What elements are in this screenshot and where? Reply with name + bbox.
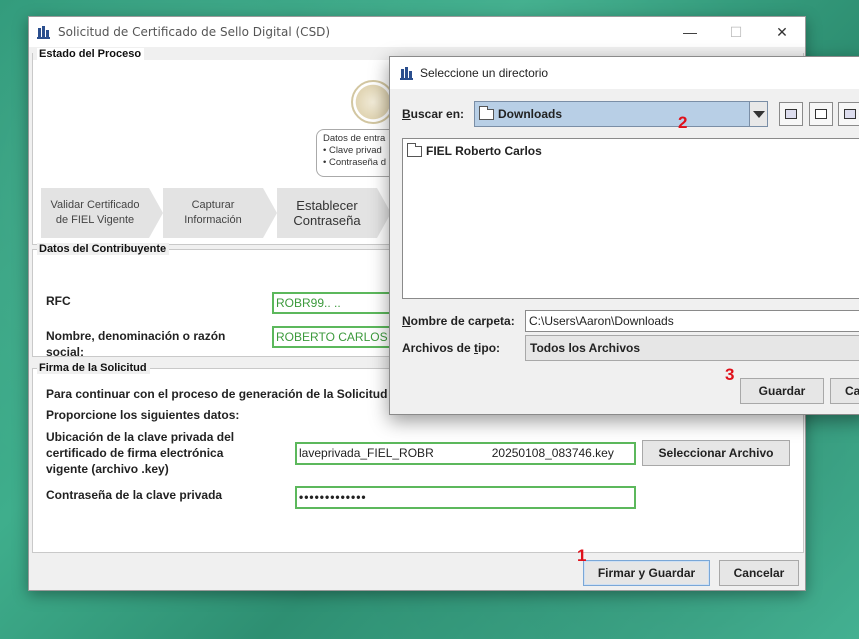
combo-dropdown-arrow[interactable] (749, 102, 767, 126)
up-folder-icon (785, 109, 797, 119)
estado-title: Estado del Proceso (37, 48, 145, 60)
new-folder-button[interactable] (838, 102, 859, 126)
step-establecer: Establecer Contraseña (277, 188, 391, 238)
main-titlebar[interactable]: Solicitud de Certificado de Sello Digita… (29, 17, 805, 47)
maximize-button[interactable]: ☐ (713, 17, 759, 47)
rfc-field[interactable]: ROBR99.. .. (272, 292, 402, 314)
buscar-en-label: Buscar en: (402, 107, 465, 121)
folder-icon (479, 105, 494, 120)
dialog-title: Seleccione un directorio (420, 66, 549, 80)
buscar-en-combo[interactable]: Downloads (474, 101, 768, 127)
cancelar-button[interactable]: Cancelar (719, 560, 799, 586)
nombre-label: Nombre, denominación o razón social: (46, 329, 226, 359)
contribuyente-title: Datos del Contribuyente (37, 243, 170, 255)
buscar-en-value: Downloads (498, 107, 563, 121)
archivos-tipo-select[interactable]: Todos los Archivos (525, 335, 859, 361)
ubicacion-label: Ubicación de la clave privada del certifi… (46, 430, 235, 476)
close-button[interactable]: ✕ (759, 17, 805, 47)
file-list[interactable]: FIEL Roberto Carlos (402, 138, 859, 299)
home-icon (815, 109, 827, 119)
firma-title: Firma de la Solicitud (37, 362, 150, 374)
folder-icon (407, 142, 422, 157)
dialog-cancel-button[interactable]: Ca (830, 378, 859, 404)
new-folder-icon (844, 109, 856, 119)
nombre-carpeta-label: Nombre de carpeta: (402, 314, 515, 328)
contrasena-field[interactable]: ••••••••••••• (295, 486, 636, 509)
up-one-level-button[interactable] (779, 102, 803, 126)
archivos-tipo-label: Archivos de tipo: (402, 341, 501, 355)
rfc-label: RFC (46, 294, 71, 308)
chevron-down-icon (752, 110, 765, 118)
step-validar: Validar Certificado de FIEL Vigente (41, 188, 163, 238)
directory-chooser-dialog: Seleccione un directorio Buscar en: Down… (389, 56, 859, 415)
datos-line: • Clave privad (323, 145, 382, 156)
main-window-title: Solicitud de Certificado de Sello Digita… (58, 25, 331, 39)
nombre-carpeta-input[interactable]: C:\Users\Aaron\Downloads (525, 310, 859, 332)
annotation-2: 2 (678, 113, 688, 132)
continuar-text: Para continuar con el proceso de generac… (46, 387, 399, 401)
java-app-icon (400, 66, 414, 80)
datos-line: • Contraseña d (323, 157, 387, 168)
home-button[interactable] (809, 102, 833, 126)
nombre-field[interactable]: ROBERTO CARLOS R (272, 326, 402, 348)
list-item[interactable]: FIEL Roberto Carlos (405, 142, 859, 158)
datos-line: Datos de entra (323, 133, 386, 144)
firmar-guardar-button[interactable]: Firmar y Guardar (583, 560, 710, 586)
contrasena-label: Contraseña de la clave privada (46, 488, 223, 502)
clave-privada-path-field[interactable]: laveprivada_FIEL_ROBR 20250108_083746.key (295, 442, 636, 465)
java-app-icon (37, 25, 51, 39)
annotation-3: 3 (725, 365, 735, 384)
step-capturar: Capturar Información (163, 188, 277, 238)
proporcione-text: Proporcione los siguientes datos: (46, 408, 240, 422)
annotation-1: 1 (577, 546, 587, 565)
guardar-button[interactable]: Guardar (740, 378, 824, 404)
minimize-button[interactable]: — (667, 17, 713, 47)
dialog-titlebar[interactable]: Seleccione un directorio (390, 57, 859, 89)
seleccionar-archivo-button[interactable]: Seleccionar Archivo (642, 440, 790, 466)
